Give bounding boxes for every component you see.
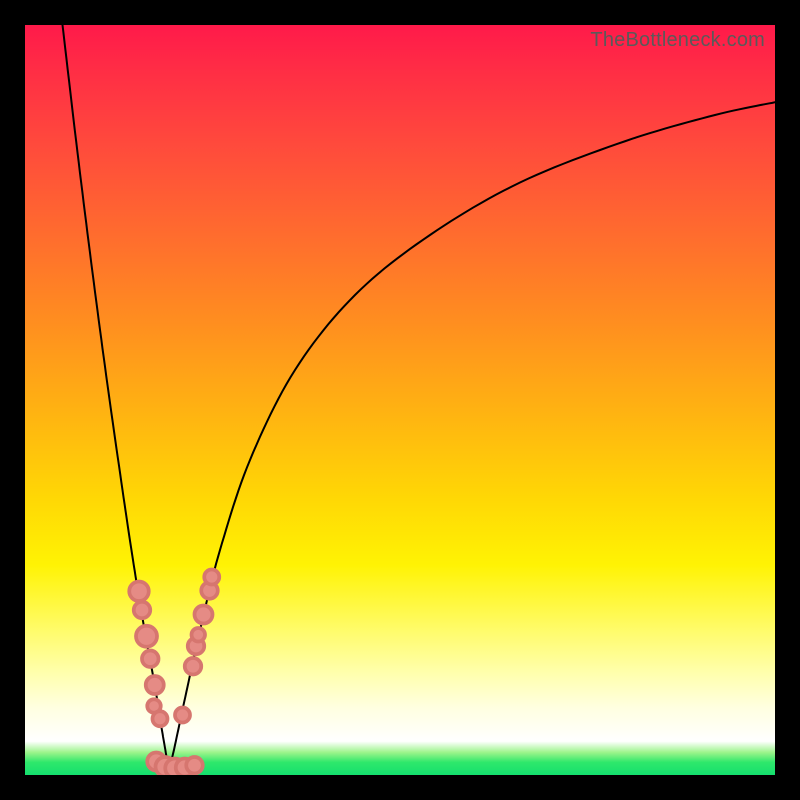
highlight-dot xyxy=(192,628,206,642)
plot-area: TheBottleneck.com xyxy=(25,25,775,775)
highlight-dot xyxy=(175,708,190,723)
highlight-dot xyxy=(204,570,219,585)
highlight-dot xyxy=(129,582,149,601)
highlight-dot xyxy=(185,658,202,675)
highlight-dot xyxy=(186,757,203,773)
highlight-dot xyxy=(146,676,164,694)
highlight-dot xyxy=(153,711,168,726)
chart-frame: TheBottleneck.com xyxy=(0,0,800,800)
curve-right xyxy=(169,102,775,771)
highlight-dot xyxy=(136,626,157,647)
highlight-dot xyxy=(142,651,159,668)
highlight-dot xyxy=(194,606,212,624)
curve-layer xyxy=(25,25,775,775)
highlight-dot xyxy=(134,602,151,619)
